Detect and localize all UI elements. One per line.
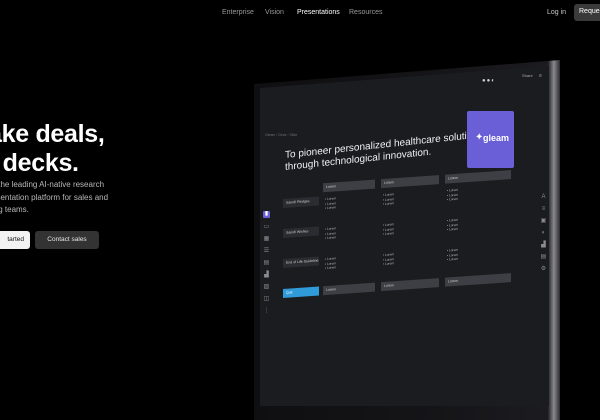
cell-bullet: Lorem: [447, 257, 458, 262]
cell-bullet: Lorem: [447, 227, 458, 232]
nav-link-resources[interactable]: Resources: [349, 9, 382, 16]
cell-bullet: Lorem: [383, 261, 394, 266]
get-started-button[interactable]: tarted: [0, 231, 30, 249]
logo-card[interactable]: ✦ gleam: [467, 111, 514, 168]
hero-subtitle-line-3: ing teams.: [0, 205, 29, 214]
nav-link-vision[interactable]: Vision: [265, 9, 284, 16]
cell-bullet: Lorem: [383, 201, 394, 206]
chart-tool-icon[interactable]: ▟: [263, 272, 270, 279]
row-label-2[interactable]: Sanofi Wishes: [283, 226, 319, 238]
menu-icon[interactable]: ≡: [539, 73, 542, 79]
shape-tool-icon[interactable]: ◫: [263, 296, 270, 303]
breadcrumb[interactable]: Gleam › Deck › Slide: [265, 133, 297, 137]
add-row-label[interactable]: Quit: [283, 286, 319, 298]
color-panel-icon[interactable]: ◐: [540, 230, 547, 237]
align-tool-icon[interactable]: ≡: [540, 206, 547, 213]
login-link[interactable]: Log in: [547, 9, 566, 16]
add-row-cell-1[interactable]: Lorem: [323, 282, 375, 296]
app-screen: ●●◐ Share ≡ Gleam › Deck › Slide To pion…: [260, 66, 549, 406]
contact-sales-button[interactable]: Contact sales: [35, 231, 99, 249]
request-button[interactable]: Request: [574, 4, 600, 21]
image-tool-icon[interactable]: ▨: [263, 284, 270, 291]
row-label-3[interactable]: End of Life Guideline: [283, 256, 319, 268]
table-cell[interactable]: Lorem Lorem Lorem: [383, 222, 394, 237]
hero-title-line-2: t decks.: [0, 149, 79, 177]
hero-subtitle-line-2: esentation platform for sales and: [0, 192, 109, 202]
layers-panel-icon[interactable]: ▤: [540, 254, 547, 261]
hero-title-line-1: ake deals,: [0, 120, 105, 148]
table-cell[interactable]: Lorem Lorem Lorem: [325, 226, 336, 241]
hero-subtitle-line-1: s the leading AI-native research: [0, 180, 105, 189]
table-cell[interactable]: Lorem Lorem Lorem: [383, 252, 394, 267]
image-panel-icon[interactable]: ▣: [540, 218, 547, 225]
column-header-2[interactable]: Lorem: [381, 175, 439, 189]
cell-bullet: Lorem: [447, 197, 458, 202]
grid-tool-icon[interactable]: ▤: [263, 260, 270, 267]
column-header-3[interactable]: Lorem: [445, 170, 511, 184]
hero-subtitle: s the leading AI-native research esentat…: [0, 179, 132, 217]
collaborator-avatars-icon: ●●◐: [482, 78, 496, 84]
table-cell[interactable]: Lorem Lorem Lorem: [447, 188, 458, 203]
add-row-cell-3[interactable]: Lorem: [445, 273, 511, 287]
add-row-cell-2[interactable]: Lorem: [381, 278, 439, 292]
cell-bullet: Lorem: [383, 231, 394, 236]
column-header-1[interactable]: Lorem: [323, 179, 375, 193]
table-cell[interactable]: Lorem Lorem Lorem: [325, 196, 336, 211]
text-tool-icon[interactable]: ▭: [263, 224, 270, 231]
slide-title: To pioneer personalized healthcare solut…: [285, 129, 483, 174]
logo-text: gleam: [483, 133, 510, 143]
cell-bullet: Lorem: [325, 235, 336, 240]
font-tool-icon[interactable]: A: [540, 194, 547, 201]
row-label-1[interactable]: Sanofi Pledges: [283, 196, 319, 208]
table-tool-icon[interactable]: ▦: [263, 236, 270, 243]
top-nav: Enterprise Vision Presentations Resource…: [0, 0, 600, 26]
nav-link-presentations[interactable]: Presentations: [297, 9, 340, 16]
cell-bullet: Lorem: [325, 265, 336, 270]
share-button[interactable]: Share: [522, 73, 533, 78]
table-cell[interactable]: Lorem Lorem Lorem: [383, 192, 394, 207]
layout-tool-icon[interactable]: ⋮: [263, 308, 270, 315]
table-cell[interactable]: Lorem Lorem Lorem: [325, 256, 336, 271]
settings-panel-icon[interactable]: ⚙: [540, 266, 547, 273]
list-tool-icon[interactable]: ☰: [263, 248, 270, 255]
nav-link-enterprise[interactable]: Enterprise: [222, 9, 254, 16]
chart-panel-icon[interactable]: ▟: [540, 242, 547, 249]
table-cell[interactable]: Lorem Lorem Lorem: [447, 248, 458, 263]
comparison-table: Lorem Lorem Lorem Sanofi Pledges Lorem L…: [283, 169, 523, 406]
table-cell[interactable]: Lorem Lorem Lorem: [447, 218, 458, 233]
select-tool-icon[interactable]: ▮: [263, 211, 270, 218]
hero-title: ake deals, t decks.: [0, 120, 105, 178]
cell-bullet: Lorem: [325, 205, 336, 210]
